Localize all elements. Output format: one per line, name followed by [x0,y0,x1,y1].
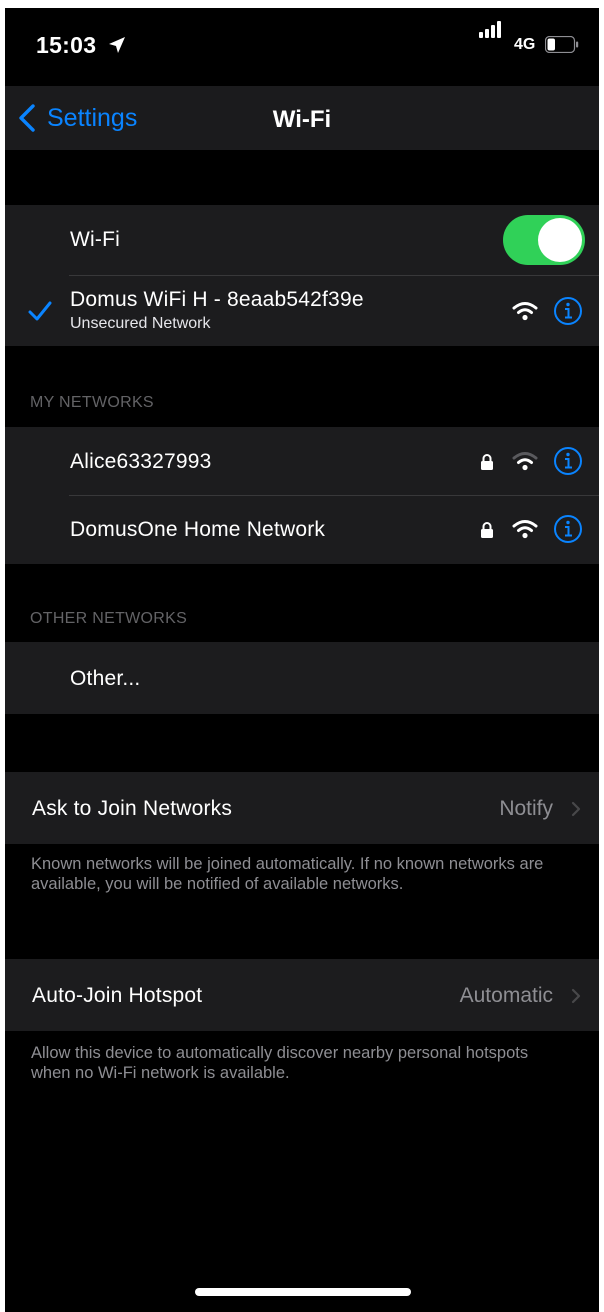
wifi-toggle-switch[interactable] [503,215,585,265]
battery-icon [545,36,579,53]
network-type-label: 4G [514,36,536,53]
wifi-group: Wi-Fi Domus WiFi H - 8eaab542f39e Unsecu… [5,205,599,346]
lock-icon [481,454,493,470]
wifi-toggle-row: Wi-Fi [5,205,599,275]
network-row-2[interactable]: DomusOne Home Network [5,496,599,564]
lock-icon [481,522,493,538]
ask-to-join-label: Ask to Join Networks [32,797,233,820]
other-network-label: Other... [70,667,141,690]
toggle-knob [538,218,582,262]
back-button-label: Settings [47,103,138,132]
auto-join-hotspot-group: Auto-Join Hotspot Automatic [5,959,599,1031]
home-indicator[interactable] [195,1288,411,1296]
ask-to-join-group: Ask to Join Networks Notify [5,772,599,844]
ask-to-join-footer: Known networks will be joined automatica… [31,855,544,893]
back-button[interactable]: Settings [17,100,137,136]
network-name: DomusOne Home Network [70,518,326,541]
other-network-row[interactable]: Other... [5,642,599,714]
auto-join-hotspot-row[interactable]: Auto-Join Hotspot Automatic [5,959,599,1031]
auto-join-hotspot-value: Automatic [459,984,553,1007]
info-icon[interactable] [553,296,583,326]
connected-network-status: Unsecured Network [70,315,211,332]
wifi-toggle-label: Wi-Fi [70,228,120,251]
connected-network-name: Domus WiFi H - 8eaab542f39e [70,288,364,311]
my-networks-group: Alice63327993 DomusOne Home Network [5,427,599,564]
other-networks-header: OTHER NETWORKS [30,610,188,627]
ask-to-join-value: Notify [499,797,553,820]
network-row-1[interactable]: Alice63327993 [5,427,599,495]
chevron-right-icon [571,988,581,1004]
ask-to-join-row[interactable]: Ask to Join Networks Notify [5,772,599,844]
chevron-left-icon [19,104,35,132]
wifi-signal-icon [512,452,538,471]
my-networks-header: MY NETWORKS [30,394,154,411]
wifi-signal-icon [512,302,538,321]
other-networks-group: Other... [5,642,599,714]
auto-join-hotspot-footer: Allow this device to automatically disco… [31,1044,529,1082]
status-bar: 15:03 4G [5,8,599,86]
status-time: 15:03 [36,32,97,58]
auto-join-hotspot-label: Auto-Join Hotspot [32,984,203,1007]
info-icon[interactable] [553,446,583,476]
wifi-settings-screen: 15:03 4G Wi-Fi Settings Wi-Fi Domus WiFi… [5,8,599,1312]
connected-network-row[interactable]: Domus WiFi H - 8eaab542f39e Unsecured Ne… [5,276,599,346]
location-arrow-icon [109,37,125,53]
wifi-signal-icon [512,520,538,539]
info-icon[interactable] [553,514,583,544]
checkmark-icon [28,301,52,321]
chevron-right-icon [571,801,581,817]
network-name: Alice63327993 [70,450,212,473]
navigation-bar: Wi-Fi Settings [5,86,599,150]
